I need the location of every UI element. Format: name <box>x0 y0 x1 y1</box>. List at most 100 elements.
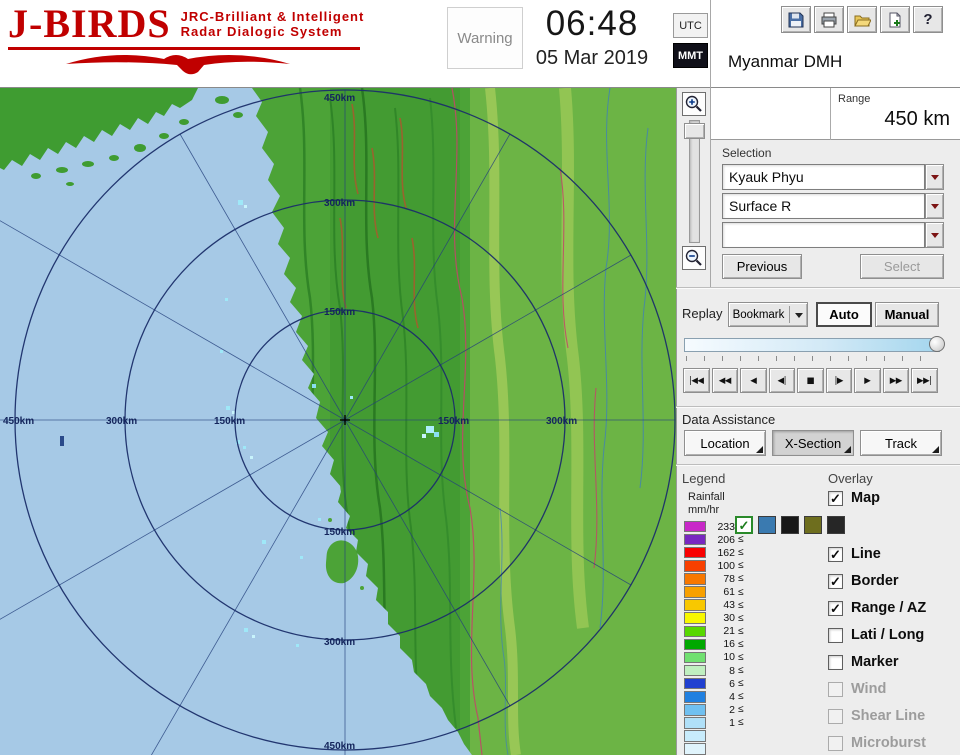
map-style-swatch-4[interactable] <box>804 516 822 534</box>
warning-label: Warning <box>457 30 512 47</box>
checkbox-line[interactable]: ✓ <box>828 547 843 562</box>
transport-play-backward-button[interactable]: ◀ <box>740 368 767 393</box>
radar-map-canvas[interactable]: 450km300km150km150km300km450km450km300km… <box>0 88 676 755</box>
bookmark-label: Bookmark <box>733 309 785 321</box>
zoom-in-button[interactable] <box>682 92 706 116</box>
legend-value: 206 <box>711 534 735 546</box>
replay-slider-track[interactable] <box>684 338 940 352</box>
previous-button[interactable]: Previous <box>722 254 802 279</box>
range-ring-label: 300km <box>324 198 355 209</box>
checkbox-map[interactable]: ✓ <box>828 491 843 506</box>
radar-map-graphic: 450km300km150km150km300km450km450km300km… <box>0 88 676 755</box>
legend-value: 8 <box>711 665 735 677</box>
transport-play-forward-button[interactable]: ▶ <box>854 368 881 393</box>
track-label: Track <box>885 436 917 451</box>
overlay-checkbox-list: ✓Map✓✓Line✓Border✓Range / AZLati / LongM… <box>828 489 960 752</box>
date-display: 05 Mar 2019 <box>516 47 668 70</box>
warning-button[interactable]: Warning <box>447 7 523 69</box>
checkbox-marker[interactable] <box>828 655 843 670</box>
legend-lte-sign: ≤ <box>738 678 744 689</box>
printer-icon <box>820 11 838 29</box>
manual-mode-button[interactable]: Manual <box>875 302 939 327</box>
bookmark-button[interactable]: Bookmark <box>728 302 808 327</box>
legend-lte-sign: ≤ <box>738 587 744 598</box>
logo-underline <box>8 47 360 50</box>
x-section-button[interactable]: X-Section <box>772 430 854 456</box>
legend-color-swatch <box>684 534 706 546</box>
transport-skip-backward-button[interactable]: |◀◀ <box>683 368 710 393</box>
legend-color-swatch <box>684 586 706 598</box>
select-button: Select <box>860 254 944 279</box>
transport-fast-forward-button[interactable]: ▶▶ <box>883 368 910 393</box>
replay-slider-thumb[interactable] <box>929 336 945 352</box>
legend-entry: 16≤ <box>684 638 744 651</box>
replay-slider-ticks <box>686 356 938 361</box>
legend-value: 162 <box>711 547 735 559</box>
site-dropdown[interactable]: Kyauk Phyu <box>722 164 944 190</box>
mmt-button[interactable]: MMT <box>673 43 708 68</box>
logo-title: J-BIRDS <box>8 2 171 46</box>
rainfall-legend: 233≤206≤162≤100≤78≤61≤43≤30≤21≤16≤10≤8≤6… <box>684 520 744 755</box>
replay-label: Replay <box>682 306 722 321</box>
legend-color-swatch <box>684 560 706 572</box>
checkbox-range-az[interactable]: ✓ <box>828 601 843 616</box>
overlay-item-lati-long: Lati / Long <box>828 626 960 644</box>
overlay-item-line: ✓Line <box>828 545 960 563</box>
track-button[interactable]: Track <box>860 430 942 456</box>
transport-controls: |◀◀◀◀◀◀|■|▶▶▶▶▶▶| <box>683 368 938 393</box>
help-button[interactable]: ? <box>913 6 943 33</box>
legend-lte-sign: ≤ <box>738 652 744 663</box>
clock: 06:48 05 Mar 2019 <box>516 4 668 70</box>
product-dropdown[interactable]: Surface R <box>722 193 944 219</box>
checkbox-border[interactable]: ✓ <box>828 574 843 589</box>
transport-step-forward-button[interactable]: |▶ <box>826 368 853 393</box>
range-ring-label: 450km <box>324 93 355 104</box>
separator <box>676 287 960 289</box>
utc-button[interactable]: UTC <box>673 13 708 38</box>
legend-color-swatch <box>684 599 706 611</box>
legend-entry: 100≤ <box>684 559 744 572</box>
checkbox-lati-long[interactable] <box>828 628 843 643</box>
overlay-item-range-az: ✓Range / AZ <box>828 599 960 617</box>
legend-lte-sign: ≤ <box>738 665 744 676</box>
corner-triangle-icon <box>932 446 939 453</box>
overlay-label-lati-long: Lati / Long <box>851 627 924 643</box>
open-folder-button[interactable] <box>847 6 877 33</box>
map-style-swatch-5[interactable] <box>827 516 845 534</box>
site-dropdown-button[interactable] <box>925 164 944 190</box>
checkbox-shear-line <box>828 709 843 724</box>
product-dropdown-value: Surface R <box>722 193 925 219</box>
page-plus-icon <box>886 11 904 29</box>
legend-entry: 2≤ <box>684 703 744 716</box>
legend-color-swatch <box>684 691 706 703</box>
option-dropdown[interactable] <box>722 222 944 248</box>
legend-lte-sign: ≤ <box>738 704 744 715</box>
corner-triangle-icon <box>756 446 763 453</box>
transport-fast-rewind-button[interactable]: ◀◀ <box>712 368 739 393</box>
transport-stop-button[interactable]: ■ <box>797 368 824 393</box>
map-style-swatch-3[interactable] <box>781 516 799 534</box>
overlay-label-shear-line: Shear Line <box>851 708 925 724</box>
map-style-swatch-2[interactable] <box>758 516 776 534</box>
overlay-label-wind: Wind <box>851 681 886 697</box>
separator <box>676 406 960 408</box>
auto-mode-button[interactable]: Auto <box>816 302 872 327</box>
zoom-slider-thumb[interactable] <box>684 123 705 139</box>
legend-value: 30 <box>711 612 735 624</box>
legend-color-swatch <box>684 652 706 664</box>
print-button[interactable] <box>814 6 844 33</box>
transport-step-backward-button[interactable]: ◀| <box>769 368 796 393</box>
legend-entry: 162≤ <box>684 546 744 559</box>
legend-color-swatch <box>684 573 706 585</box>
legend-entry <box>684 743 744 755</box>
transport-skip-forward-button[interactable]: ▶▶| <box>911 368 938 393</box>
map-style-swatch-1[interactable]: ✓ <box>735 516 753 534</box>
product-dropdown-button[interactable] <box>925 193 944 219</box>
zoom-out-button[interactable] <box>682 246 706 270</box>
save-button[interactable] <box>781 6 811 33</box>
selection-label: Selection <box>722 146 771 160</box>
location-button[interactable]: Location <box>684 430 766 456</box>
export-button[interactable] <box>880 6 910 33</box>
legend-lte-sign: ≤ <box>738 560 744 571</box>
option-dropdown-button[interactable] <box>925 222 944 248</box>
